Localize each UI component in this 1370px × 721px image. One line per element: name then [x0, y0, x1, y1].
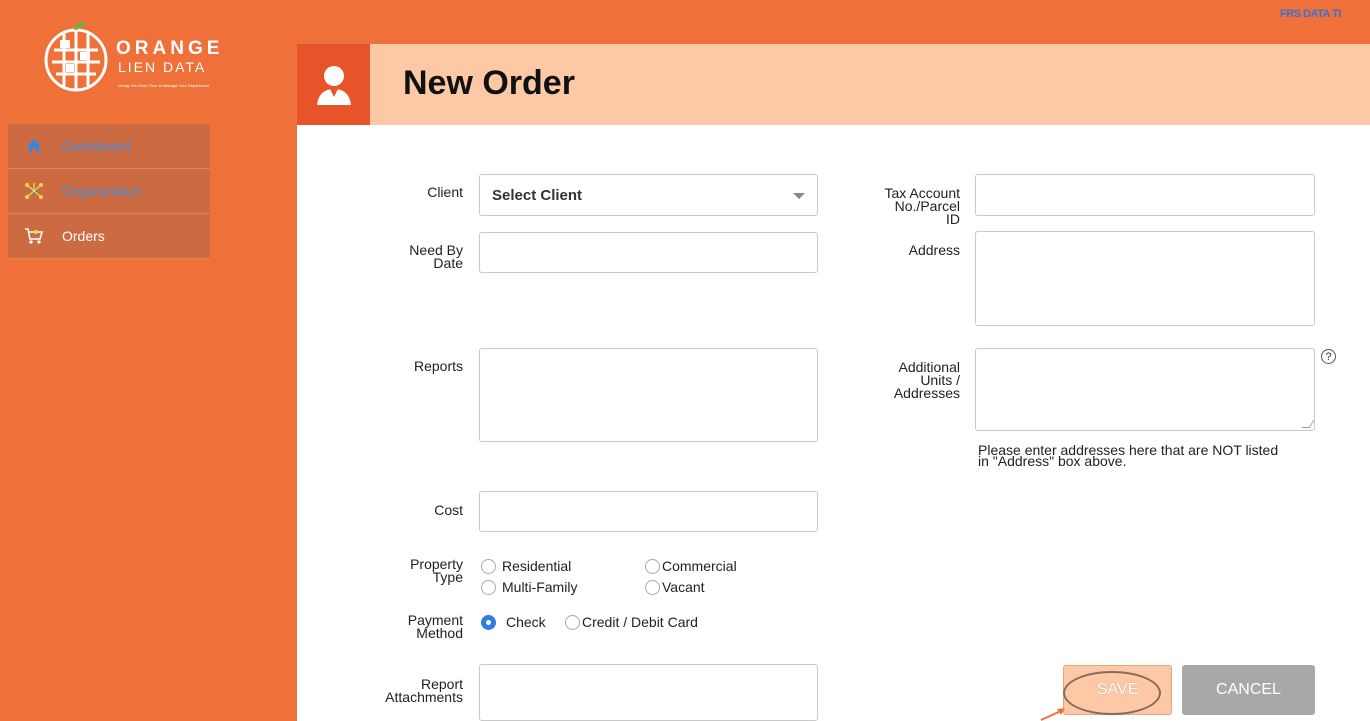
tax-account-label: Tax Account No./Parcel ID	[840, 186, 961, 227]
logo-tagline: Giving You More Time to Manage Your Depa…	[118, 83, 209, 88]
additional-addresses-textarea[interactable]	[975, 348, 1315, 431]
sidebar-item-orders[interactable]: Orders	[8, 214, 210, 259]
radio-credit-debit-card[interactable]: Credit / Debit Card	[565, 614, 698, 630]
label-line: ID	[946, 211, 960, 227]
user-icon	[316, 65, 351, 105]
sidebar-item-label: Dashboard	[62, 138, 131, 154]
orange-lien-data-logo[interactable]: ORANGE LIEN DATA Giving You More Time to…	[40, 8, 240, 98]
sidebar-item-label: Organization	[62, 183, 142, 199]
top-bar-user-text[interactable]: FRS DATA TI	[1280, 8, 1370, 20]
reports-label: Reports	[413, 358, 463, 374]
client-select-value: Select Client	[492, 186, 583, 204]
radio-label: Commercial	[662, 558, 737, 574]
main-panel: New Order Client Select Client Need By D…	[297, 44, 1370, 721]
label-line: Date	[433, 255, 463, 271]
radio-check[interactable]: Check	[481, 614, 546, 630]
sidebar-item-organization[interactable]: Organization	[8, 169, 210, 214]
additional-addresses-note: Please enter addresses here that are NOT…	[978, 443, 1338, 468]
sidebar-nav: Dashboard Organization Orders	[8, 124, 210, 259]
address-label: Address	[908, 242, 960, 258]
help-icon[interactable]: ?	[1321, 349, 1336, 364]
page-header: New Order	[297, 44, 1370, 125]
radio-commercial[interactable]: Commercial	[645, 558, 737, 574]
radio-circle	[481, 579, 496, 595]
tax-account-input[interactable]	[975, 174, 1315, 216]
radio-circle	[565, 614, 580, 630]
radio-circle	[645, 579, 660, 595]
arrow-pointer-icon	[1040, 708, 1065, 721]
cost-input[interactable]	[479, 491, 818, 532]
cost-label: Cost	[434, 502, 463, 518]
reports-field[interactable]	[479, 348, 818, 442]
cart-icon	[24, 226, 44, 246]
radio-label: Check	[506, 614, 546, 630]
resize-handle[interactable]	[1301, 420, 1315, 428]
radio-multi-family[interactable]: Multi-Family	[481, 579, 577, 595]
need-by-date-label: Need By Date	[377, 243, 463, 271]
save-highlight-circle	[1063, 671, 1161, 715]
sidebar-item-dashboard[interactable]: Dashboard	[8, 124, 210, 169]
logo-text-lien-data: LIEN DATA	[118, 59, 207, 75]
address-field[interactable]	[975, 231, 1315, 326]
label-line: Addresses	[893, 385, 960, 401]
radio-circle-checked	[481, 614, 496, 630]
client-label: Client	[427, 184, 463, 200]
report-attachments-label: Report Attachments	[357, 677, 463, 705]
label-line: No./Parcel	[894, 198, 960, 214]
header-icon-box	[297, 44, 370, 125]
logo-text-orange: ORANGE	[116, 38, 224, 59]
radio-circle	[645, 558, 660, 574]
radio-vacant[interactable]: Vacant	[645, 579, 705, 595]
radio-label: Multi-Family	[502, 579, 578, 595]
label-line: Type	[432, 569, 463, 585]
client-select[interactable]: Select Client	[479, 174, 818, 216]
radio-label: Residential	[502, 558, 572, 574]
globe-maze-icon	[44, 22, 108, 92]
page-title: New Order	[403, 64, 575, 102]
radio-circle	[481, 558, 496, 574]
sidebar-item-label: Orders	[62, 228, 105, 244]
report-attachments-field[interactable]	[479, 664, 818, 721]
property-type-label: Property Type	[377, 557, 463, 585]
label-line: Attachments	[385, 689, 463, 705]
cancel-button[interactable]: CANCEL	[1182, 665, 1315, 715]
home-icon	[24, 136, 44, 156]
additional-addresses-label: Additional Units / Addresses	[840, 360, 960, 401]
chevron-down-icon	[793, 193, 805, 199]
payment-method-label: Payment Method	[377, 613, 463, 641]
need-by-date-input[interactable]	[479, 232, 818, 273]
radio-residential[interactable]: Residential	[481, 558, 571, 574]
label-line: Method	[416, 625, 463, 641]
radio-label: Credit / Debit Card	[582, 614, 698, 630]
radio-label: Vacant	[662, 579, 705, 595]
network-icon	[24, 181, 44, 201]
